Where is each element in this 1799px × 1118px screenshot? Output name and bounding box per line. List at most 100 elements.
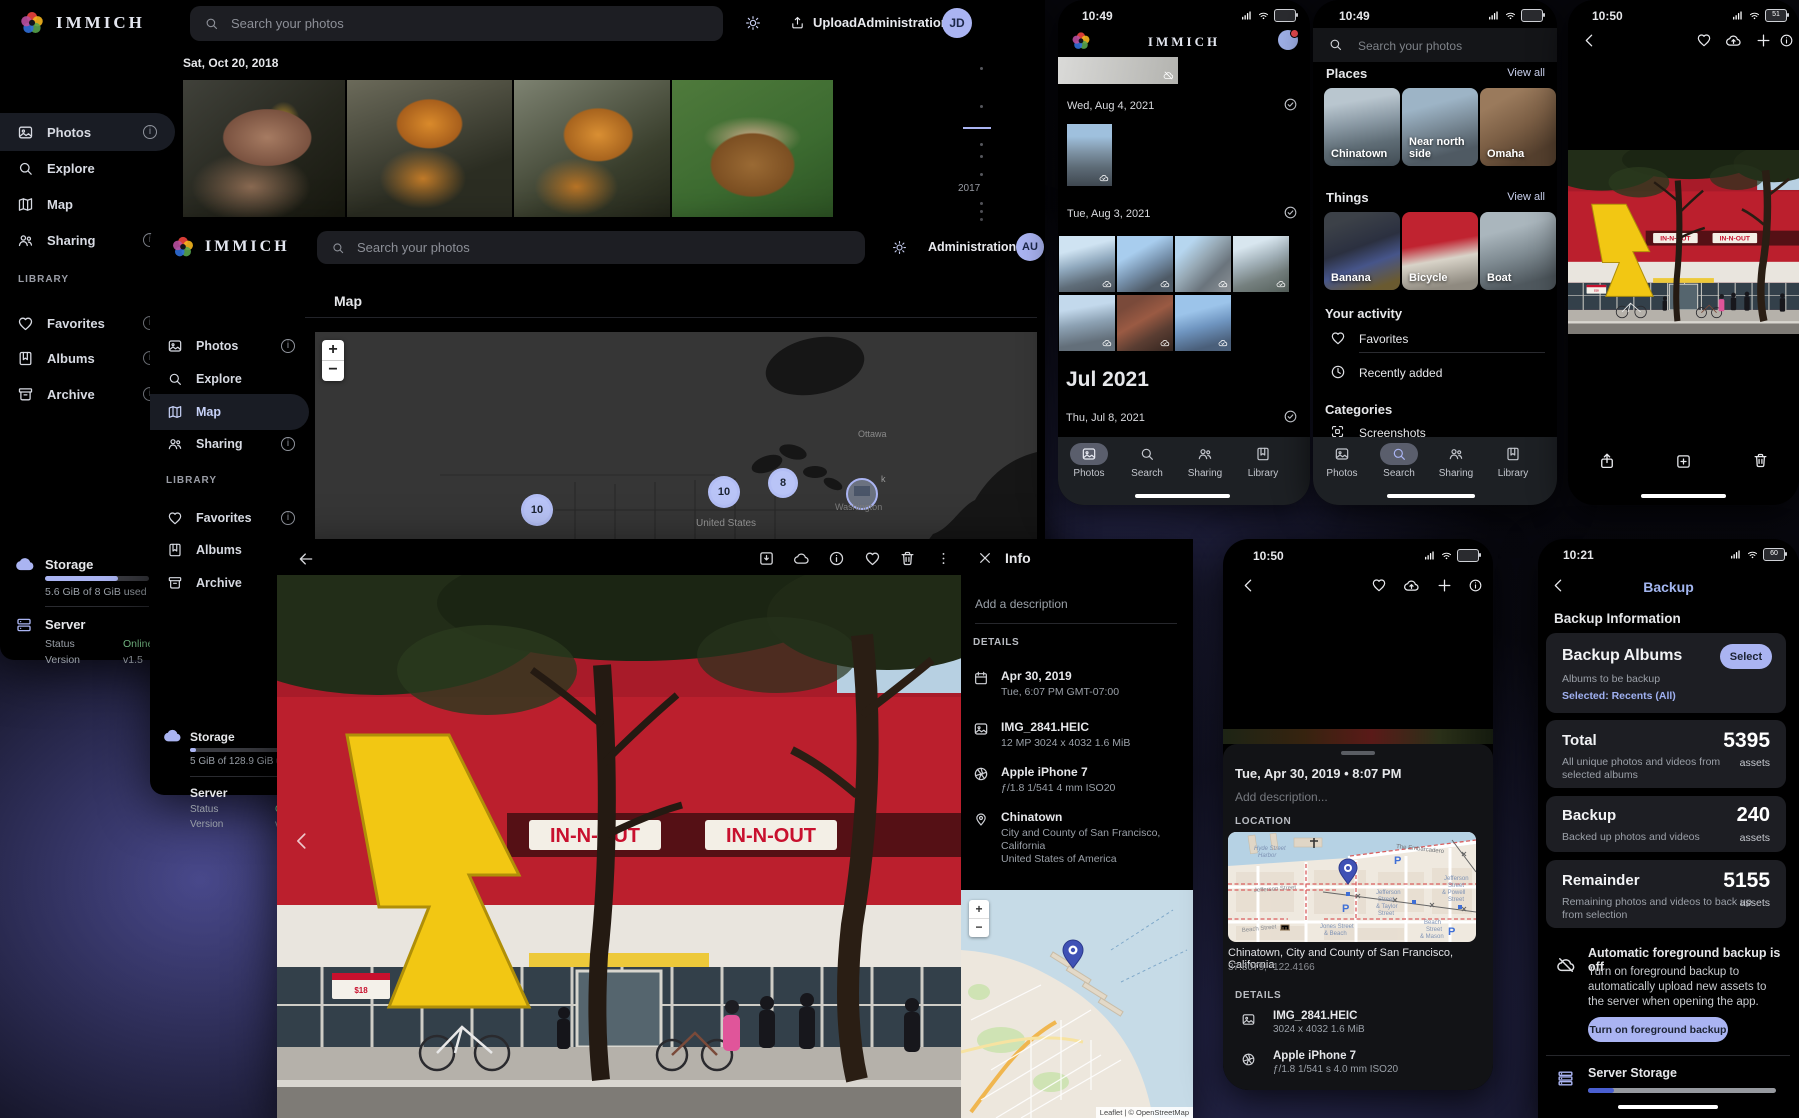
nav-item-sharing[interactable]: Sharing [1427, 443, 1485, 479]
things-view-all-link[interactable]: View all [1507, 191, 1545, 203]
previous-photo-button[interactable] [291, 830, 313, 852]
home-indicator[interactable] [1618, 1105, 1718, 1109]
sidebar-item-explore[interactable]: Explore [0, 149, 175, 187]
place-card[interactable]: Omaha [1480, 88, 1556, 166]
photo-thumbnail[interactable] [1067, 124, 1112, 186]
description-input[interactable]: Add a description [975, 597, 1068, 611]
search-bar-row[interactable]: Search your photos [1313, 28, 1557, 62]
user-avatar[interactable] [1278, 30, 1298, 50]
cloud-icon[interactable] [793, 550, 810, 567]
add-icon[interactable] [1755, 32, 1772, 49]
description-input[interactable]: Add description... [1235, 790, 1328, 804]
detail-bottom-sheet[interactable]: Tue, Apr 30, 2019 • 8:07 PM Add descript… [1223, 744, 1493, 1090]
thing-card[interactable]: Banana [1324, 212, 1400, 290]
sidebar-item-photos[interactable]: Photos i [150, 328, 309, 364]
nav-item-photos[interactable]: Photos [1313, 443, 1371, 479]
activity-recently-added[interactable]: Recently added [1359, 366, 1442, 380]
home-indicator[interactable] [1641, 494, 1726, 498]
zoom-out-button[interactable]: − [969, 919, 989, 937]
sidebar-item-sharing[interactable]: Sharing i [0, 221, 175, 259]
activity-favorites[interactable]: Favorites [1359, 332, 1408, 346]
info-icon[interactable]: i [281, 339, 295, 353]
select-all-icon[interactable] [1283, 409, 1298, 424]
nav-item-search[interactable]: Search [1370, 443, 1428, 479]
upload-button[interactable]: Upload [790, 15, 857, 30]
theme-toggle-icon[interactable] [745, 15, 761, 31]
search-input[interactable]: Search your photos [317, 231, 865, 264]
add-to-album-icon[interactable] [1675, 453, 1692, 470]
info-icon[interactable] [1468, 578, 1483, 593]
more-options-icon[interactable] [935, 550, 952, 567]
trash-icon[interactable] [899, 550, 916, 567]
back-button[interactable] [1581, 32, 1598, 49]
administration-link[interactable]: Administration [857, 15, 949, 30]
nav-item-library[interactable]: Library [1234, 443, 1292, 479]
info-icon[interactable] [828, 550, 845, 567]
photo-thumbnail[interactable] [514, 80, 670, 217]
sidebar-item-map[interactable]: Map [150, 394, 309, 430]
sidebar-item-albums[interactable]: Albums i [0, 339, 175, 377]
photo-thumbnail[interactable] [1233, 236, 1289, 292]
sidebar-item-map[interactable]: Map [0, 185, 175, 223]
favorite-icon[interactable] [1371, 577, 1387, 593]
zoom-out-button[interactable]: − [322, 361, 344, 381]
info-icon[interactable]: i [143, 125, 157, 139]
map-cluster-marker[interactable]: 10 [521, 494, 553, 526]
photo-thumbnail[interactable] [1059, 236, 1115, 292]
trash-icon[interactable] [1752, 452, 1769, 469]
photo-thumbnail[interactable] [1117, 236, 1173, 292]
photo-thumbnail[interactable] [1175, 295, 1231, 351]
select-albums-button[interactable]: Select [1720, 644, 1772, 669]
sidebar-item-explore[interactable]: Explore [150, 361, 309, 397]
add-icon[interactable] [1436, 577, 1453, 594]
sidebar-item-photos[interactable]: Photos i [0, 113, 175, 151]
map-cluster-marker[interactable]: 8 [768, 468, 798, 498]
user-avatar[interactable]: JD [942, 8, 972, 38]
theme-toggle-icon[interactable] [892, 240, 907, 255]
photo-thumbnail[interactable] [1117, 295, 1173, 351]
photo-thumbnail[interactable] [1175, 236, 1231, 292]
home-indicator[interactable] [1387, 494, 1475, 498]
thing-card[interactable]: Boat [1480, 212, 1556, 290]
photo-thumbnail[interactable] [1059, 295, 1115, 351]
sheet-drag-handle[interactable] [1341, 751, 1375, 755]
nav-item-library[interactable]: Library [1484, 443, 1542, 479]
info-icon[interactable]: i [281, 511, 295, 525]
nav-item-search[interactable]: Search [1118, 443, 1176, 479]
info-icon[interactable]: i [281, 437, 295, 451]
photo-thumbnail[interactable] [672, 80, 833, 217]
nav-item-photos[interactable]: Photos [1060, 443, 1118, 479]
back-button[interactable] [1240, 577, 1257, 594]
photo-main[interactable] [277, 575, 961, 1118]
administration-link[interactable]: Administration [928, 240, 1016, 254]
zoom-in-button[interactable]: + [322, 340, 344, 361]
select-all-icon[interactable] [1283, 97, 1298, 112]
share-icon[interactable] [1598, 452, 1616, 470]
places-view-all-link[interactable]: View all [1507, 67, 1545, 79]
place-card[interactable]: Chinatown [1324, 88, 1400, 166]
photo-thumbnail[interactable] [1058, 57, 1178, 84]
sidebar-item-sharing[interactable]: Sharing i [150, 426, 309, 462]
photo-thumbnail[interactable] [347, 80, 512, 217]
download-icon[interactable] [758, 550, 775, 567]
sidebar-item-archive[interactable]: Archive i [0, 375, 175, 413]
turn-on-foreground-backup-button[interactable]: Turn on foreground backup [1588, 1017, 1728, 1042]
info-icon[interactable] [1779, 33, 1794, 48]
user-avatar[interactable]: AU [1016, 233, 1044, 261]
close-icon[interactable] [977, 550, 993, 566]
map-cluster-marker[interactable]: 10 [708, 476, 740, 508]
thing-card[interactable]: Bicycle [1402, 212, 1478, 290]
select-all-icon[interactable] [1283, 205, 1298, 220]
photo-main[interactable] [1568, 150, 1799, 334]
nav-item-sharing[interactable]: Sharing [1176, 443, 1234, 479]
sidebar-item-favorites[interactable]: Favorites i [150, 500, 309, 536]
favorite-icon[interactable] [864, 550, 881, 567]
location-map[interactable]: PPP Jefferson Street Beach Street The Em… [1228, 832, 1476, 942]
upload-cloud-icon[interactable] [1725, 32, 1742, 49]
photo-thumbnail[interactable] [183, 80, 345, 217]
favorite-icon[interactable] [1696, 32, 1712, 48]
upload-cloud-icon[interactable] [1403, 577, 1420, 594]
info-minimap[interactable]: + − Leaflet | © OpenStreetMap [961, 890, 1193, 1118]
place-card[interactable]: Near north side [1402, 88, 1478, 166]
home-indicator[interactable] [1135, 494, 1230, 498]
